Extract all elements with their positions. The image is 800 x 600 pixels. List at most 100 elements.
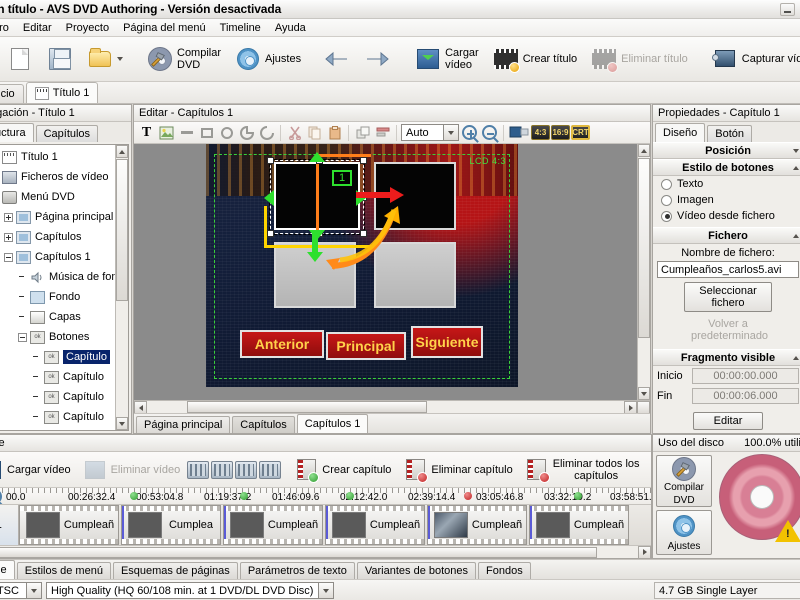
chevron-up-icon[interactable] xyxy=(793,166,799,170)
subtab-estructura[interactable]: uctura xyxy=(0,123,34,142)
page-tab-capitulos-1[interactable]: Capítulos 1 xyxy=(297,414,369,433)
aspect-crt-button[interactable]: CRT xyxy=(571,125,590,140)
editar-fragmento-button[interactable]: Editar xyxy=(693,412,763,430)
tree-item-musica-de-fondo[interactable]: Música de fon xyxy=(0,267,128,287)
undo-button[interactable] xyxy=(318,40,358,78)
subtab-boton[interactable]: Botón xyxy=(707,125,752,142)
tab-inicio[interactable]: Inicio xyxy=(0,84,24,103)
paste-button[interactable] xyxy=(325,123,344,142)
aspect-4-3-button[interactable]: 4:3 xyxy=(531,125,550,140)
tree-item-capitulos-1[interactable]: Capítulos 1 xyxy=(0,247,128,267)
chevron-up-icon[interactable] xyxy=(793,356,799,360)
disc-ajustes-button[interactable]: Ajustes xyxy=(656,510,712,555)
tree-item-capitulo-4[interactable]: ok Capítulo xyxy=(0,407,128,427)
fragment-start-value[interactable]: 00:00:00.000 xyxy=(692,368,799,384)
radio-imagen-indicator[interactable] xyxy=(661,195,672,206)
chapter-marker-green[interactable] xyxy=(346,492,354,500)
chapter-marker-green[interactable] xyxy=(574,492,582,500)
section-header-estilo-de-botones[interactable]: Estilo de botones xyxy=(653,159,800,176)
timeline-clip[interactable]: Cumpleañ xyxy=(427,505,527,545)
tree-item-capitulo-2[interactable]: ok Capítulo xyxy=(0,367,128,387)
line-tool-button[interactable] xyxy=(177,123,196,142)
tab-titulo-1[interactable]: Título 1 xyxy=(26,82,99,103)
minimize-button[interactable] xyxy=(780,3,795,16)
bottom-tab-fondos[interactable]: Fondos xyxy=(478,562,531,579)
eliminar-capitulo-button[interactable]: Eliminar capítulo xyxy=(397,456,518,484)
section-header-fichero[interactable]: Fichero xyxy=(653,227,800,244)
menu-item-ayuda[interactable]: Ayuda xyxy=(268,20,313,36)
bottom-tab-timeline[interactable]: ine xyxy=(0,560,15,579)
crear-titulo-button[interactable]: Crear título xyxy=(486,40,584,78)
subtab-diseno[interactable]: Diseño xyxy=(655,123,705,142)
image-tool-button[interactable] xyxy=(157,123,176,142)
resize-handle-sw[interactable] xyxy=(267,230,274,237)
chapter-marker-green[interactable] xyxy=(240,492,248,500)
menu-item-timeline[interactable]: Timeline xyxy=(213,20,268,36)
zoom-level-combo[interactable]: Auto xyxy=(401,124,459,141)
bottom-tab-esquemas-de-paginas[interactable]: Esquemas de páginas xyxy=(113,562,238,579)
zoom-in-button[interactable] xyxy=(460,123,479,142)
canvas-scroll-right-button[interactable] xyxy=(624,401,637,413)
quality-select[interactable]: High Quality (HQ 60/108 min. at 1 DVD/DL… xyxy=(46,582,334,599)
tv-system-dropdown-arrow-icon[interactable] xyxy=(26,583,41,598)
timeline-clip[interactable]: Cumplea xyxy=(121,505,221,545)
timeline-clip[interactable]: Cumpleañ xyxy=(325,505,425,545)
capturar-video-button[interactable]: Capturar vídeo xyxy=(705,40,800,78)
chevron-down-icon[interactable] xyxy=(793,149,799,153)
zoom-out-button[interactable] xyxy=(480,123,499,142)
seleccionar-fichero-button[interactable]: Seleccionar fichero xyxy=(684,282,772,312)
resize-handle-nw[interactable] xyxy=(267,157,274,164)
canvas-scroll-up-button[interactable] xyxy=(638,144,650,157)
canvas-horizontal-scrollbar[interactable] xyxy=(134,400,650,413)
canvas-vertical-scrollbar[interactable] xyxy=(637,144,650,400)
bottom-tab-estilos-de-menu[interactable]: Estilos de menú xyxy=(17,562,111,579)
preview-canvas[interactable]: LCD 4:3 xyxy=(134,144,637,400)
tree-item-ficheros-de-video[interactable]: Ficheros de vídeo xyxy=(0,167,128,187)
tv-system-select[interactable]: NTSC xyxy=(0,582,42,599)
bottom-tab-parametros-de-texto[interactable]: Parámetros de texto xyxy=(240,562,355,579)
ajustes-button[interactable]: Ajustes xyxy=(228,40,308,78)
resize-handle-ne[interactable] xyxy=(360,157,367,164)
file-name-input[interactable]: Cumpleaños_carlos5.avi xyxy=(657,261,799,278)
tree-item-capitulo-3[interactable]: ok Capítulo xyxy=(0,387,128,407)
section-header-posicion[interactable]: Posición xyxy=(653,142,800,159)
tv-preview-button[interactable] xyxy=(508,123,530,142)
crear-capitulo-button[interactable]: Crear capítulo xyxy=(288,456,397,484)
save-project-button[interactable] xyxy=(40,40,80,78)
tree-expander[interactable] xyxy=(4,253,13,262)
timeline-scroll-thumb[interactable] xyxy=(0,547,597,558)
zoom-combo-arrow-icon[interactable] xyxy=(443,125,458,140)
tree-item-capitulo-1[interactable]: ok Capítulo xyxy=(0,347,128,367)
pie-tool-button[interactable] xyxy=(237,123,256,142)
ellipse-tool-button[interactable] xyxy=(217,123,236,142)
canvas-scroll-left-button[interactable] xyxy=(134,401,147,413)
open-dropdown-caret-icon[interactable] xyxy=(117,57,123,61)
canvas-scroll-down-button[interactable] xyxy=(638,387,650,400)
timeline-track[interactable]: tulo 1 Cumpleañ Cumplea Cu xyxy=(0,505,651,545)
page-tab-pagina-principal[interactable]: Página principal xyxy=(136,416,230,433)
tree-item-capitulos[interactable]: Capítulos xyxy=(0,227,128,247)
tree-vertical-scrollbar[interactable] xyxy=(115,145,128,430)
nav-button-principal[interactable]: Principal xyxy=(326,332,406,360)
canvas-resize-grip[interactable] xyxy=(637,401,650,413)
clip-strip[interactable]: Cumpleañ Cumplea Cumpleañ xyxy=(19,505,651,545)
cut-button[interactable] xyxy=(285,123,304,142)
quality-dropdown-arrow-icon[interactable] xyxy=(318,583,333,598)
scroll-down-button[interactable] xyxy=(116,417,128,430)
tree-item-titulo-1[interactable]: Título 1 xyxy=(0,147,128,167)
menu-item-editar[interactable]: Editar xyxy=(16,20,59,36)
tree-item-capas[interactable]: Capas xyxy=(0,307,128,327)
fragment-end-value[interactable]: 00:00:06.000 xyxy=(692,388,799,404)
copy-button[interactable] xyxy=(305,123,324,142)
radio-texto-indicator[interactable] xyxy=(661,179,672,190)
menu-item-pagina-del-menu[interactable]: Página del menú xyxy=(116,20,213,36)
tree-item-fondo[interactable]: Fondo xyxy=(0,287,128,307)
disc-compilar-dvd-button[interactable]: Compilar DVD xyxy=(656,455,712,507)
timeline-scroll-right-button[interactable] xyxy=(638,546,651,559)
chapter-marker-red[interactable] xyxy=(464,492,472,500)
tree-item-pagina-principal[interactable]: Página principal xyxy=(0,207,128,227)
chapter-marker-green[interactable] xyxy=(130,492,138,500)
rectangle-tool-button[interactable] xyxy=(197,123,216,142)
bring-to-front-button[interactable] xyxy=(353,123,372,142)
timeline-horizontal-scrollbar[interactable] xyxy=(0,545,651,558)
